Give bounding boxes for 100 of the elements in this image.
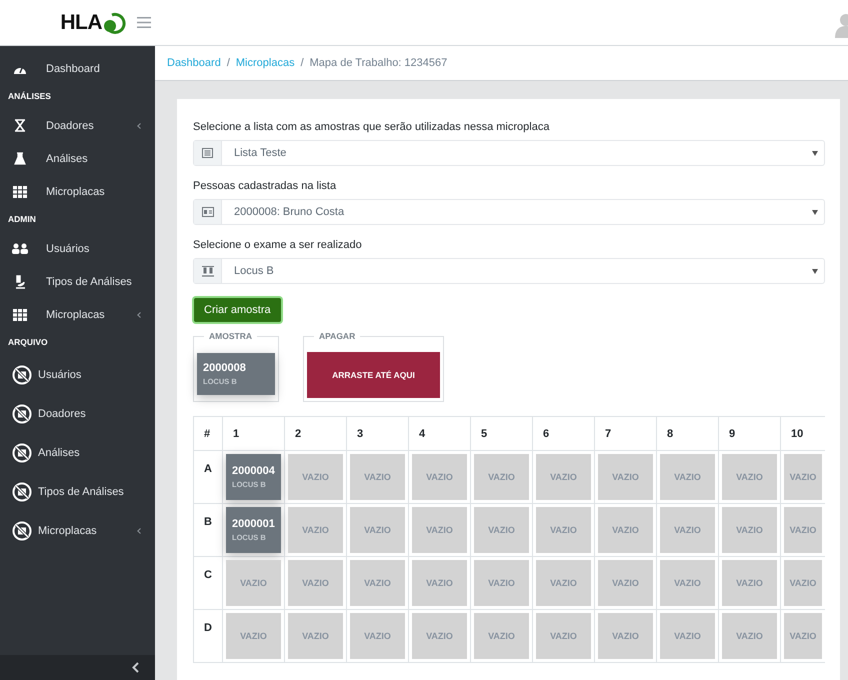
empty-well[interactable]: VAZIO	[784, 613, 822, 659]
sidebar-item[interactable]: Microplacas	[0, 511, 155, 550]
sidebar-section-title: ARQUIVO	[7, 336, 49, 349]
sidebar-item[interactable]: Dashboard	[0, 52, 155, 85]
select-field[interactable]: Lista Teste	[193, 140, 825, 166]
hourglass-icon	[12, 119, 28, 132]
caret-icon	[812, 268, 818, 274]
sidebar-item[interactable]: Doadores	[0, 394, 155, 433]
sidebar-item[interactable]: Análises	[0, 433, 155, 472]
logo-text: HLA	[60, 10, 102, 34]
empty-well[interactable]: VAZIO	[474, 507, 529, 553]
sidebar-item[interactable]: Tipos de Análises	[0, 265, 155, 298]
empty-well[interactable]: VAZIO	[350, 560, 405, 606]
empty-well[interactable]: VAZIO	[660, 454, 715, 500]
breadcrumb-separator: /	[300, 57, 304, 69]
empty-well[interactable]: VAZIO	[536, 560, 591, 606]
empty-well[interactable]: VAZIO	[784, 507, 822, 553]
empty-well[interactable]: VAZIO	[598, 560, 653, 606]
empty-well[interactable]: VAZIO	[350, 454, 405, 500]
delete-drop-zone[interactable]: ARRASTE ATÉ AQUI	[307, 352, 440, 398]
empty-well[interactable]: VAZIO	[722, 507, 777, 553]
row-header: C	[194, 557, 223, 610]
column-header: 1	[223, 417, 285, 451]
test-tubes-icon	[202, 266, 214, 276]
empty-well[interactable]: VAZIO	[412, 454, 467, 500]
select-field[interactable]: Locus B	[193, 258, 825, 284]
empty-well[interactable]: VAZIO	[598, 507, 653, 553]
empty-well[interactable]: VAZIO	[288, 507, 343, 553]
empty-well[interactable]: VAZIO	[722, 454, 777, 500]
sample-id: 2000008	[203, 362, 247, 374]
empty-well[interactable]: VAZIO	[226, 560, 281, 606]
sidebar-item[interactable]: Usuários	[0, 355, 155, 394]
empty-well[interactable]: VAZIO	[288, 613, 343, 659]
empty-well[interactable]: VAZIO	[784, 454, 822, 500]
empty-well[interactable]: VAZIO	[536, 613, 591, 659]
column-header: 8	[657, 417, 719, 451]
empty-well[interactable]: VAZIO	[350, 613, 405, 659]
sidebar-section-title: ADMIN	[7, 213, 37, 226]
ban-icon	[12, 364, 32, 384]
create-sample-button[interactable]: Criar amostra	[194, 298, 281, 322]
empty-well[interactable]: VAZIO	[536, 507, 591, 553]
empty-well[interactable]: VAZIO	[412, 560, 467, 606]
empty-well[interactable]: VAZIO	[784, 560, 822, 606]
list-icon	[202, 148, 213, 158]
breadcrumb-link[interactable]: Microplacas	[236, 57, 295, 69]
empty-well[interactable]: VAZIO	[474, 560, 529, 606]
column-header: 9	[719, 417, 781, 451]
caret-icon	[812, 210, 818, 214]
breadcrumb-current: Mapa de Trabalho: 1234567	[310, 57, 448, 69]
empty-well[interactable]: VAZIO	[226, 613, 281, 659]
empty-well[interactable]: VAZIO	[412, 613, 467, 659]
empty-well[interactable]: VAZIO	[474, 454, 529, 500]
panel-legend: APAGAR	[314, 331, 360, 341]
breadcrumb-link[interactable]: Dashboard	[167, 57, 221, 69]
logo-icon	[102, 12, 128, 34]
empty-well[interactable]: VAZIO	[660, 560, 715, 606]
empty-well[interactable]: VAZIO	[350, 507, 405, 553]
column-header: 3	[347, 417, 409, 451]
sample-id: 2000004	[232, 465, 275, 477]
ban-icon	[12, 404, 32, 424]
collapse-bar[interactable]	[0, 655, 155, 680]
sidebar-item[interactable]: Usuários	[0, 232, 155, 265]
empty-well[interactable]: VAZIO	[412, 507, 467, 553]
empty-well[interactable]: VAZIO	[288, 560, 343, 606]
column-header: 2	[285, 417, 347, 451]
flask-icon	[12, 152, 28, 165]
empty-well[interactable]: VAZIO	[722, 613, 777, 659]
empty-well[interactable]: VAZIO	[598, 454, 653, 500]
empty-well[interactable]: VAZIO	[288, 454, 343, 500]
select-field[interactable]: 2000008: Bruno Costa	[193, 199, 825, 225]
ban-icon	[12, 442, 32, 462]
caret-icon	[812, 150, 818, 156]
row-header: B	[194, 504, 223, 557]
empty-well[interactable]: VAZIO	[660, 507, 715, 553]
column-header: 7	[595, 417, 657, 451]
id-card-icon	[202, 207, 214, 217]
grid-icon	[12, 308, 28, 320]
empty-well[interactable]: VAZIO	[474, 613, 529, 659]
sample-id: 2000001	[232, 518, 275, 530]
panel-legend: AMOSTRA	[204, 331, 257, 341]
chevron-left-icon	[132, 662, 139, 673]
ban-icon	[12, 520, 32, 540]
sidebar-item[interactable]: Microplacas	[0, 175, 155, 208]
sidebar-item[interactable]: Tipos de Análises	[0, 472, 155, 511]
empty-well[interactable]: VAZIO	[722, 560, 777, 606]
empty-well[interactable]: VAZIO	[536, 454, 591, 500]
column-header: 10	[781, 417, 825, 451]
row-header: A	[194, 451, 223, 504]
column-header: 4	[409, 417, 471, 451]
field-label: Selecione a lista com as amostras que serão utilizadas nessa microplaca	[193, 121, 550, 133]
users-icon	[12, 243, 28, 254]
row-header: D	[194, 610, 223, 663]
empty-well[interactable]: VAZIO	[598, 613, 653, 659]
sidebar-item[interactable]: Análises	[0, 142, 155, 175]
menu-icon[interactable]	[137, 17, 151, 28]
ban-icon	[12, 482, 32, 502]
field-label: Pessoas cadastradas na lista	[193, 180, 338, 192]
sidebar-item[interactable]: Doadores	[0, 109, 155, 142]
empty-well[interactable]: VAZIO	[660, 613, 715, 659]
sidebar-item[interactable]: Microplacas	[0, 298, 155, 331]
